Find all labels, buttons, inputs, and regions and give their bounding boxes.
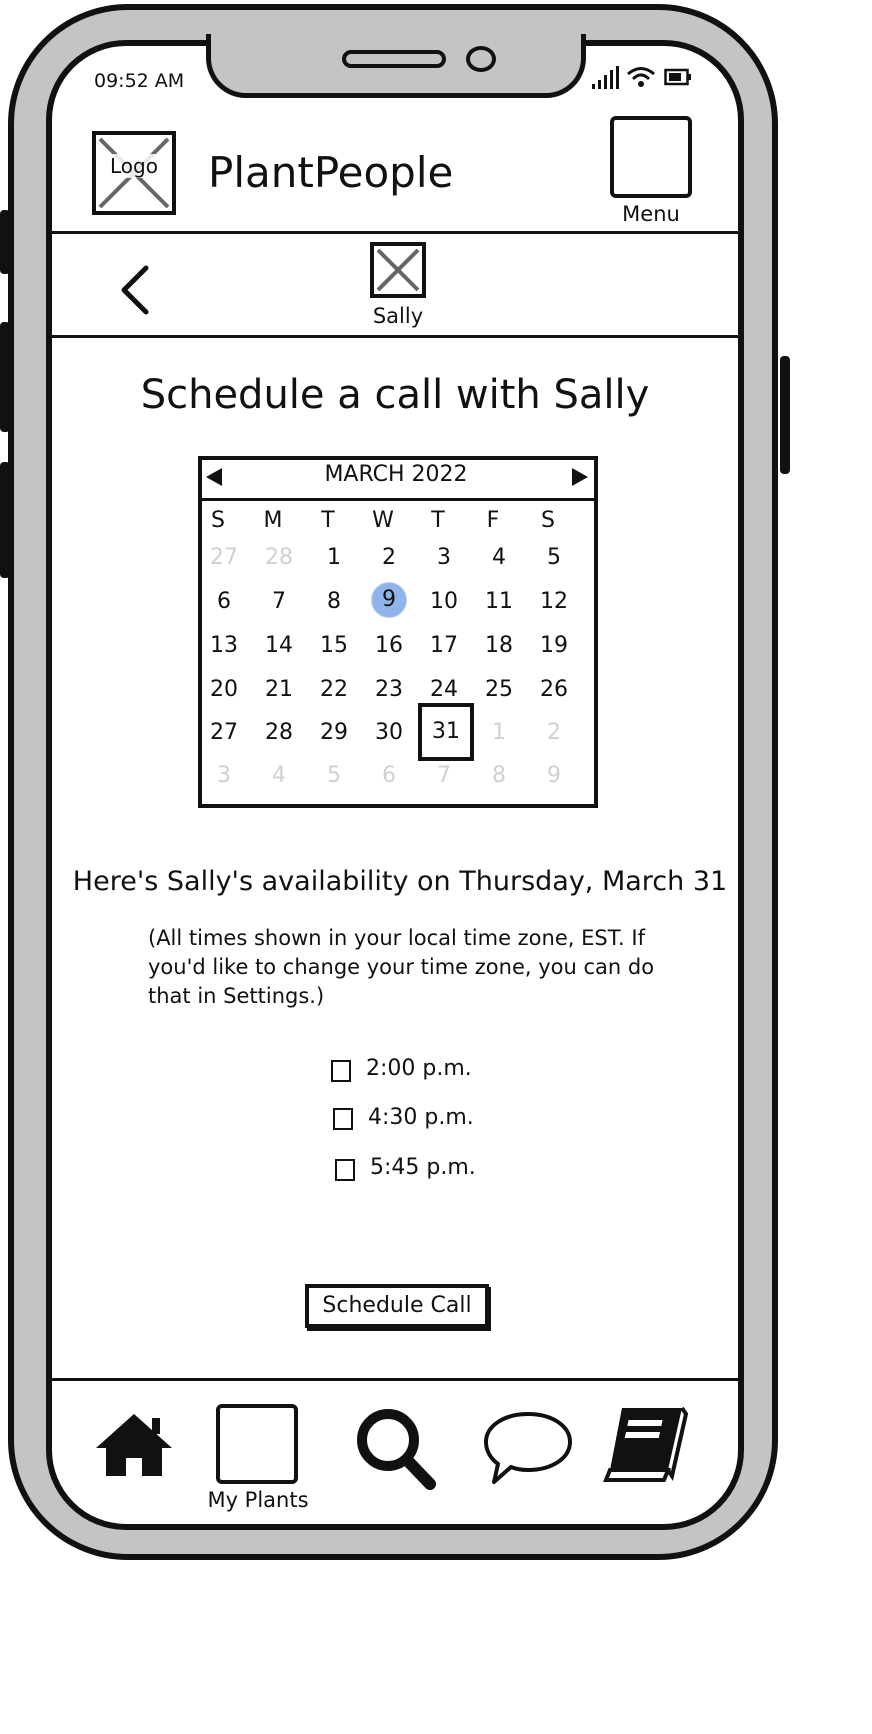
calendar-day[interactable]: 3 [424, 545, 464, 570]
calendar-day[interactable]: 11 [479, 589, 519, 614]
calendar-day-selected[interactable]: 31 [418, 703, 474, 761]
header-divider [52, 231, 738, 234]
weekday-label: M [263, 508, 283, 533]
weekday-label: S [211, 508, 225, 533]
front-camera [466, 46, 496, 72]
time-slot-checkbox[interactable] [331, 1060, 351, 1082]
chat-bubble-icon[interactable] [482, 1410, 574, 1488]
calendar-day[interactable]: 6 [369, 763, 409, 788]
weekday-label: F [486, 508, 500, 533]
availability-heading: Here's Sally's availability on Thursday,… [72, 866, 728, 897]
prev-month-icon[interactable] [204, 466, 224, 488]
wifi-icon [627, 67, 655, 87]
calendar-day[interactable]: 13 [204, 633, 244, 658]
calendar-day[interactable]: 6 [204, 589, 244, 614]
menu-label[interactable]: Menu [610, 202, 692, 226]
calendar-day[interactable]: 16 [369, 633, 409, 658]
calendar-grid: S M T W T F S 27 28 1 2 3 4 5 6 7 8 9 10 11 12 13 14 15 16 17 18 19… [198, 500, 598, 806]
schedule-call-button[interactable]: Schedule Call [305, 1284, 489, 1328]
calendar-day[interactable]: 8 [314, 589, 354, 614]
calendar-day[interactable]: 1 [479, 720, 519, 745]
calendar-day[interactable]: 2 [534, 720, 574, 745]
calendar-day[interactable]: 1 [314, 545, 354, 570]
calendar-day[interactable]: 19 [534, 633, 574, 658]
calendar-day[interactable]: 26 [534, 677, 574, 702]
speaker-grille [342, 50, 446, 68]
timezone-note: (All times shown in your local time zone… [148, 926, 655, 1008]
calendar-day[interactable]: 20 [204, 677, 244, 702]
home-icon[interactable] [92, 1410, 176, 1480]
calendar-day[interactable]: 30 [369, 720, 409, 745]
calendar-day[interactable]: 15 [314, 633, 354, 658]
profile-divider [52, 335, 738, 338]
calendar-day[interactable]: 7 [424, 763, 464, 788]
weekday-label: W [372, 508, 394, 533]
calendar-day[interactable]: 14 [259, 633, 299, 658]
search-icon[interactable] [352, 1404, 438, 1492]
calendar-day-today[interactable]: 9 [372, 583, 406, 617]
calendar-day[interactable]: 3 [204, 763, 244, 788]
calendar-day[interactable]: 28 [259, 720, 299, 745]
calendar-day[interactable]: 21 [259, 677, 299, 702]
calendar-day[interactable]: 4 [259, 763, 299, 788]
signal-icon [592, 66, 619, 89]
time-slot-checkbox[interactable] [335, 1159, 355, 1181]
calendar-day[interactable]: 8 [479, 763, 519, 788]
book-icon[interactable] [602, 1404, 688, 1484]
status-time: 09:52 AM [94, 70, 185, 92]
menu-button[interactable] [610, 116, 692, 198]
next-month-icon[interactable] [570, 466, 590, 488]
calendar-day[interactable]: 5 [534, 545, 574, 570]
battery-icon [664, 68, 691, 86]
calendar-day[interactable]: 29 [314, 720, 354, 745]
calendar-day[interactable]: 24 [424, 677, 464, 702]
calendar-day[interactable]: 23 [369, 677, 409, 702]
bottom-nav-divider [52, 1378, 738, 1381]
calendar-day[interactable]: 4 [479, 545, 519, 570]
calendar-day[interactable]: 9 [534, 763, 574, 788]
calendar-day[interactable]: 18 [479, 633, 519, 658]
calendar-day[interactable]: 28 [259, 545, 299, 570]
calendar-day[interactable]: 7 [259, 589, 299, 614]
image-placeholder-icon [376, 248, 420, 292]
my-plants-label[interactable]: My Plants [196, 1488, 320, 1512]
calendar-day[interactable]: 5 [314, 763, 354, 788]
calendar-day[interactable]: 22 [314, 677, 354, 702]
weekday-label: T [431, 508, 445, 533]
weekday-label: S [541, 508, 555, 533]
calendar-day[interactable]: 12 [534, 589, 574, 614]
profile-name: Sally [372, 304, 424, 328]
time-slot-checkbox[interactable] [333, 1108, 353, 1130]
time-slot-label: 2:00 p.m. [366, 1056, 472, 1081]
calendar-day[interactable]: 2 [369, 545, 409, 570]
app-title: PlantPeople [208, 148, 454, 197]
back-arrow-icon[interactable] [116, 262, 156, 318]
avatar[interactable] [370, 242, 426, 298]
time-slot-label: 5:45 p.m. [370, 1155, 476, 1180]
weekday-label: T [321, 508, 335, 533]
calendar-day[interactable]: 27 [204, 545, 244, 570]
page-title: Schedule a call with Sally [140, 372, 650, 418]
my-plants-button[interactable] [216, 1404, 298, 1484]
calendar-month-title: MARCH 2022 [324, 462, 468, 487]
calendar-day[interactable]: 25 [479, 677, 519, 702]
logo-label: Logo [96, 154, 172, 178]
calendar-day[interactable]: 10 [424, 589, 464, 614]
time-slot-label: 4:30 p.m. [368, 1105, 474, 1130]
calendar-day[interactable]: 17 [424, 633, 464, 658]
calendar-day[interactable]: 27 [204, 720, 244, 745]
